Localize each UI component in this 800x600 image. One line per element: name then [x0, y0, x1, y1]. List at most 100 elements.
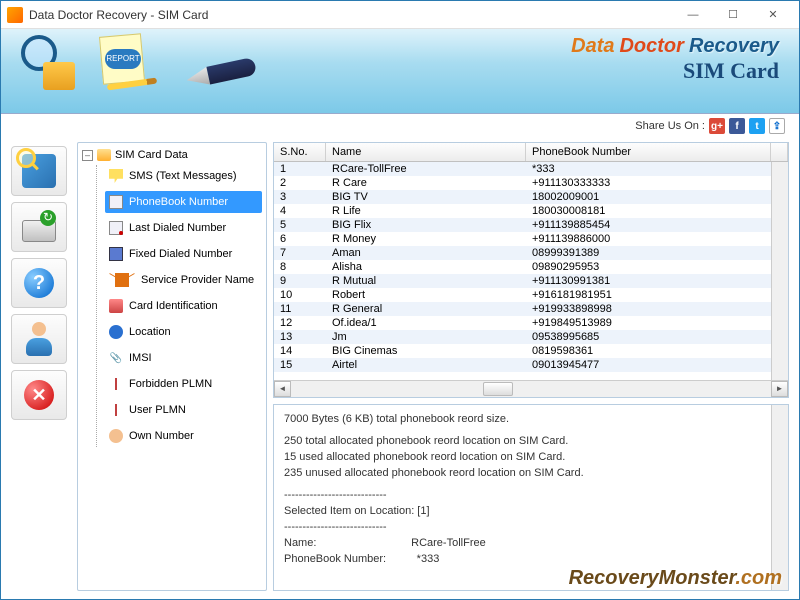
col-sno[interactable]: S.No. — [274, 143, 326, 161]
user-icon — [109, 403, 123, 417]
help-button[interactable]: ? — [11, 258, 67, 308]
table-body[interactable]: 1RCare-TollFree*3332R Care+9111303333333… — [274, 162, 788, 380]
detail-line: 250 total allocated phonebook reord loca… — [284, 435, 778, 447]
save-drive-button[interactable] — [11, 202, 67, 252]
tree-item-label: User PLMN — [129, 404, 186, 416]
phonebook-table: S.No. Name PhoneBook Number 1RCare-TollF… — [273, 142, 789, 398]
table-row[interactable]: 15Airtel09013945477 — [274, 358, 788, 372]
forb-icon — [109, 377, 123, 391]
report-note-icon: REPORT — [101, 35, 166, 90]
tree-item-label: SMS (Text Messages) — [129, 170, 237, 182]
maximize-button[interactable]: ☐ — [713, 3, 753, 27]
share-label: Share Us On : — [635, 120, 705, 132]
phone-icon — [109, 195, 123, 209]
table-row[interactable]: 5BIG Flix+911139885454 — [274, 218, 788, 232]
own-icon — [109, 429, 123, 443]
twitter-icon[interactable]: t — [749, 118, 765, 134]
titlebar: Data Doctor Recovery - SIM Card — ☐ ✕ — [1, 1, 799, 29]
tree-item-loc[interactable]: Location — [105, 321, 262, 343]
tree-item-label: IMSI — [129, 352, 152, 364]
sms-icon — [109, 169, 123, 183]
detail-separator: ---------------------------- — [284, 521, 778, 533]
tree-item-label: Own Number — [129, 430, 194, 442]
table-horizontal-scrollbar[interactable]: ◄ ► — [274, 380, 788, 397]
scroll-left-button[interactable]: ◄ — [274, 381, 291, 397]
close-button[interactable]: ✕ — [753, 3, 793, 27]
table-row[interactable]: 4R Life180030008181 — [274, 204, 788, 218]
tree-panel: – SIM Card Data SMS (Text Messages) Phone… — [77, 142, 267, 591]
watermark: RecoveryMonster.com — [569, 567, 782, 590]
tree-item-clip[interactable]: 📎 IMSI — [105, 347, 262, 369]
table-row[interactable]: 13Jm09538995685 — [274, 330, 788, 344]
table-row[interactable]: 2R Care+911130333333 — [274, 176, 788, 190]
col-name[interactable]: Name — [326, 143, 526, 161]
tree-item-own[interactable]: Own Number — [105, 425, 262, 447]
card-icon — [109, 299, 123, 313]
app-icon — [7, 7, 23, 23]
fountain-pen-icon — [186, 35, 276, 90]
tree-root[interactable]: – SIM Card Data — [82, 149, 262, 161]
table-header: S.No. Name PhoneBook Number — [274, 143, 788, 162]
detail-line: 235 unused allocated phonebook reord loc… — [284, 467, 778, 479]
tree-item-sms[interactable]: SMS (Text Messages) — [105, 165, 262, 187]
sim-folder-icon — [97, 149, 111, 161]
googleplus-icon[interactable]: g+ — [709, 118, 725, 134]
brand-title: Data Doctor Recovery SIM Card — [571, 35, 779, 84]
banner: REPORT Data Doctor Recovery SIM Card — [1, 29, 799, 114]
loc-icon — [109, 325, 123, 339]
tree-root-label: SIM Card Data — [115, 149, 188, 161]
fixed-icon — [109, 247, 123, 261]
facebook-icon[interactable]: f — [729, 118, 745, 134]
detail-name: Name: RCare-TollFree — [284, 537, 778, 549]
sim-magnifier-icon — [21, 35, 81, 90]
dial-icon — [109, 221, 123, 235]
detail-number: PhoneBook Number: *333 — [284, 553, 778, 565]
col-phonebook-number[interactable]: PhoneBook Number — [526, 143, 771, 161]
minimize-button[interactable]: — — [673, 3, 713, 27]
tree-item-label: Card Identification — [129, 300, 218, 312]
tree-item-forb[interactable]: Forbidden PLMN — [105, 373, 262, 395]
detail-selected: Selected Item on Location: [1] — [284, 505, 778, 517]
exit-button[interactable]: ✕ — [11, 370, 67, 420]
clip-icon: 📎 — [109, 351, 123, 365]
tree-item-fixed[interactable]: Fixed Dialed Number — [105, 243, 262, 265]
tree-item-card[interactable]: Card Identification — [105, 295, 262, 317]
table-row[interactable]: 1RCare-TollFree*333 — [274, 162, 788, 176]
detail-vertical-scrollbar[interactable] — [771, 405, 788, 590]
table-row[interactable]: 7Aman08999391389 — [274, 246, 788, 260]
main-area: ? ✕ – SIM Card Data SMS (Text Messages) P… — [1, 138, 799, 599]
table-row[interactable]: 11R General+919933898998 — [274, 302, 788, 316]
scroll-right-button[interactable]: ► — [771, 381, 788, 397]
tree-item-user[interactable]: User PLMN — [105, 399, 262, 421]
left-toolbar: ? ✕ — [7, 142, 71, 591]
right-panel: S.No. Name PhoneBook Number 1RCare-TollF… — [273, 142, 789, 591]
detail-panel: 7000 Bytes (6 KB) total phonebook reord … — [273, 404, 789, 591]
tree-item-ant[interactable]: Service Provider Name — [105, 269, 262, 291]
scroll-thumb[interactable] — [483, 382, 513, 396]
table-row[interactable]: 3BIG TV18002009001 — [274, 190, 788, 204]
detail-separator: ---------------------------- — [284, 489, 778, 501]
tree-item-label: Forbidden PLMN — [129, 378, 212, 390]
tree-item-dial[interactable]: Last Dialed Number — [105, 217, 262, 239]
table-row[interactable]: 6R Money+911139886000 — [274, 232, 788, 246]
table-vertical-scrollbar[interactable] — [771, 162, 788, 380]
tree-item-label: Last Dialed Number — [129, 222, 226, 234]
window-title: Data Doctor Recovery - SIM Card — [29, 8, 673, 22]
detail-line: 7000 Bytes (6 KB) total phonebook reord … — [284, 413, 778, 425]
table-row[interactable]: 12Of.idea/1+919849513989 — [274, 316, 788, 330]
table-row[interactable]: 8Alisha09890295953 — [274, 260, 788, 274]
col-scroll-spacer — [771, 143, 788, 161]
tree-item-phone[interactable]: PhoneBook Number — [105, 191, 262, 213]
table-row[interactable]: 14BIG Cinemas0819598361 — [274, 344, 788, 358]
tree-item-label: Service Provider Name — [141, 274, 254, 286]
detail-line: 15 used allocated phonebook reord locati… — [284, 451, 778, 463]
tree-item-label: Location — [129, 326, 171, 338]
table-row[interactable]: 9R Mutual+911130991381 — [274, 274, 788, 288]
collapse-icon[interactable]: – — [82, 150, 93, 161]
tree-item-label: Fixed Dialed Number — [129, 248, 232, 260]
search-sim-button[interactable] — [11, 146, 67, 196]
tree-item-label: PhoneBook Number — [129, 196, 228, 208]
table-row[interactable]: 10Robert+916181981951 — [274, 288, 788, 302]
share-icon[interactable]: ⇪ — [769, 118, 785, 134]
about-button[interactable] — [11, 314, 67, 364]
